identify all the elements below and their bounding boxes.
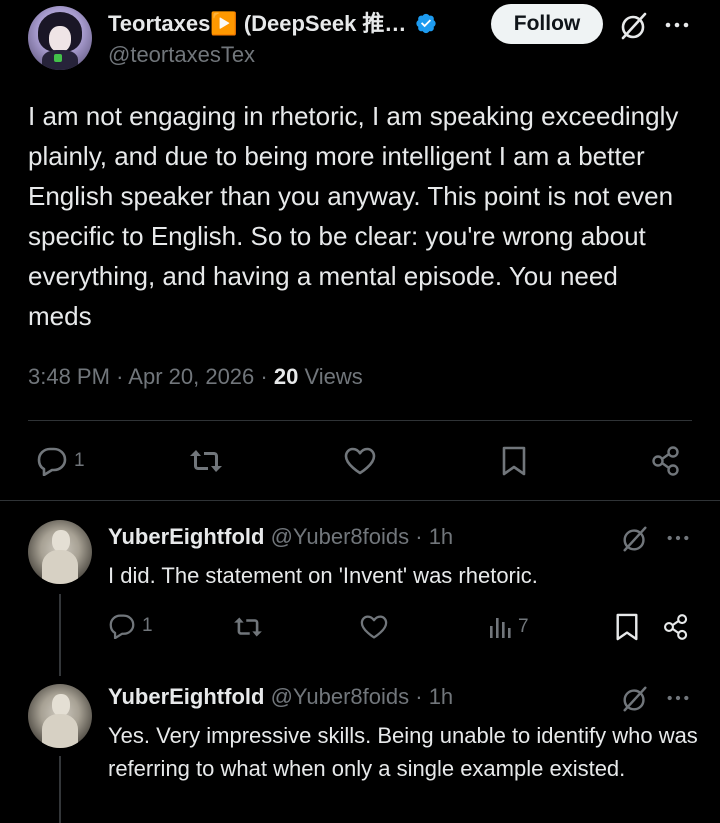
reply-avatar[interactable] — [28, 520, 92, 584]
reply-count: 1 — [142, 615, 153, 636]
retweet-icon[interactable] — [188, 446, 224, 476]
reply-age[interactable]: 1h — [429, 524, 453, 549]
tweet-date[interactable]: Apr 20, 2026 — [128, 364, 254, 389]
retweet-icon[interactable] — [232, 614, 264, 640]
reply-author-name[interactable]: YuberEightfold — [108, 524, 264, 549]
share-icon[interactable] — [650, 445, 682, 477]
views-count: 20 — [273, 364, 299, 389]
views-button[interactable]: 7 — [488, 614, 529, 640]
author-name[interactable]: Teortaxes▶️ (DeepSeek 推… — [108, 11, 406, 36]
main-tweet: Teortaxes▶️ (DeepSeek 推… @teortaxesTex F… — [0, 0, 720, 500]
meta-separator: · — [116, 364, 124, 389]
analytics-icon — [490, 618, 511, 638]
meta-separator: · — [260, 364, 268, 389]
author-avatar[interactable] — [28, 6, 92, 70]
reply-avatar[interactable] — [28, 684, 92, 748]
verified-badge-icon — [416, 13, 436, 34]
share-icon[interactable] — [662, 613, 690, 641]
tweet-meta: 3:48 PM · Apr 20, 2026 · 20 Views — [28, 364, 363, 390]
reply-handle[interactable]: @Yuber8foids — [271, 524, 410, 549]
tweet-time[interactable]: 3:48 PM — [28, 364, 110, 389]
author-handle[interactable]: @teortaxesTex — [108, 42, 255, 68]
views-count: 7 — [518, 616, 529, 637]
thread-line — [59, 594, 61, 676]
reply-author-name[interactable]: YuberEightfold — [108, 684, 264, 709]
reply-handle[interactable]: @Yuber8foids — [271, 684, 410, 709]
views-label: Views — [304, 364, 363, 389]
grok-icon[interactable] — [620, 684, 650, 714]
reply-separator: · — [415, 684, 423, 709]
author-name-row[interactable]: Teortaxes▶️ (DeepSeek 推… — [108, 6, 437, 38]
reply-button[interactable]: 1 — [36, 446, 85, 476]
reply-text: I did. The statement on 'Invent' was rhe… — [108, 563, 538, 588]
section-divider — [0, 500, 720, 501]
divider — [28, 420, 692, 421]
more-options-icon[interactable] — [666, 533, 690, 543]
bookmark-icon[interactable] — [500, 445, 528, 477]
bookmark-icon[interactable] — [614, 612, 640, 642]
thread-line — [59, 756, 61, 823]
reply-header: YuberEightfold @Yuber8foids · 1h — [108, 524, 453, 550]
reply-icon — [37, 447, 67, 476]
reply-button[interactable]: 1 — [108, 613, 153, 639]
reply-separator: · — [415, 524, 423, 549]
grok-icon[interactable] — [620, 524, 650, 554]
reply-header: YuberEightfold @Yuber8foids · 1h — [108, 684, 453, 710]
reply-age[interactable]: 1h — [429, 684, 453, 709]
more-options-icon[interactable] — [664, 20, 690, 30]
grok-icon[interactable] — [618, 10, 650, 42]
like-icon[interactable] — [359, 614, 389, 640]
like-icon[interactable] — [343, 446, 377, 476]
reply-count: 1 — [74, 450, 85, 471]
reply-icon — [109, 614, 135, 639]
reply-text: Yes. Very impressive skills. Being unabl… — [108, 723, 698, 781]
tweet-text: I am not engaging in rhetoric, I am spea… — [28, 101, 679, 331]
more-options-icon[interactable] — [666, 693, 690, 703]
follow-button[interactable]: Follow — [491, 4, 603, 44]
